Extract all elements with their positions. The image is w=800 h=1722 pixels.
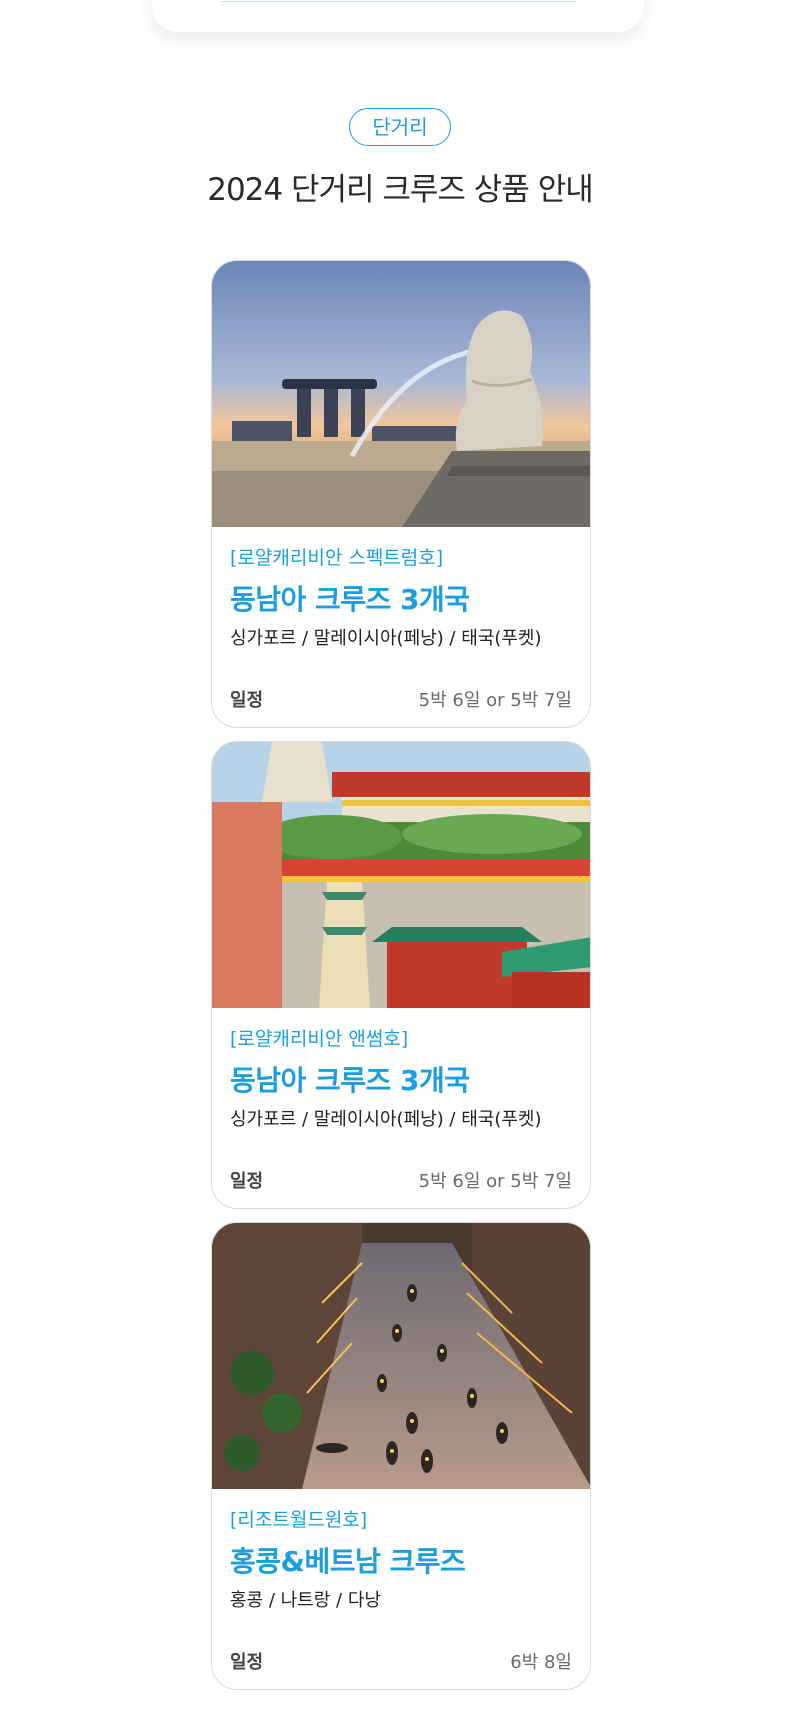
schedule-label: 일정 [230, 1652, 264, 1673]
ship-name: [로얄캐리비안 앤썸호] [230, 1028, 409, 1050]
product-title[interactable]: 동남아 크루즈 3개국 [230, 578, 572, 618]
route: 싱가포르 / 말레이시아(페낭) / 태국(푸켓) [230, 628, 542, 649]
previous-card-bottom [152, 0, 644, 32]
hoi-an-river-photo [212, 1223, 590, 1489]
schedule-value: 6박 8일 [510, 1652, 572, 1673]
schedule-value: 5박 6일 or 5박 7일 [418, 1171, 572, 1192]
divider [220, 1, 576, 2]
schedule-value: 5박 6일 or 5박 7일 [418, 690, 572, 711]
product-card[interactable]: [로얄캐리비안 앤썸호] 동남아 크루즈 3개국 싱가포르 / 말레이시아(페낭… [211, 741, 591, 1209]
product-card[interactable]: [로얄캐리비안 스펙트럼호] 동남아 크루즈 3개국 싱가포르 / 말레이시아(… [211, 260, 591, 728]
schedule-row: 일정 5박 6일 or 5박 7일 [230, 1167, 572, 1193]
route: 홍콩 / 나트랑 / 다낭 [230, 1590, 381, 1611]
penang-temple-photo [212, 742, 590, 1008]
route: 싱가포르 / 말레이시아(페낭) / 태국(푸켓) [230, 1109, 542, 1130]
ship-name: [로얄캐리비안 스펙트럼호] [230, 547, 444, 569]
schedule-row: 일정 5박 6일 or 5박 7일 [230, 686, 572, 712]
singapore-merlion-photo [212, 261, 590, 527]
product-card[interactable]: [리조트월드원호] 홍콩&베트남 크루즈 홍콩 / 나트랑 / 다낭 일정 6박… [211, 1222, 591, 1690]
schedule-row: 일정 6박 8일 [230, 1648, 572, 1674]
ship-name: [리조트월드원호] [230, 1509, 368, 1531]
schedule-label: 일정 [230, 690, 264, 711]
section-tag: 단거리 [349, 108, 451, 146]
section-title: 2024 단거리 크루즈 상품 안내 [207, 172, 594, 208]
section-header: 단거리 2024 단거리 크루즈 상품 안내 [0, 108, 800, 209]
product-title[interactable]: 홍콩&베트남 크루즈 [230, 1540, 572, 1580]
schedule-label: 일정 [230, 1171, 264, 1192]
product-title[interactable]: 동남아 크루즈 3개국 [230, 1059, 572, 1099]
